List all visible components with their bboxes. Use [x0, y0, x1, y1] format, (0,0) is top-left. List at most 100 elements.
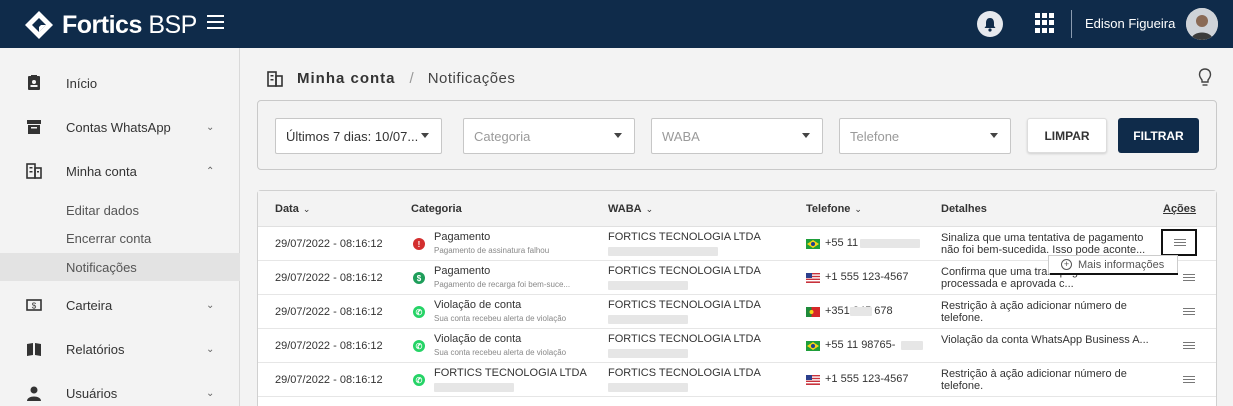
table-header: Data ⌄ Categoria WABA ⌄ Telefone ⌄ Detalhes…: [258, 191, 1216, 227]
column-header-detalhes: Detalhes: [941, 203, 987, 215]
flag-usa-icon: [806, 375, 820, 385]
sidebar-item-relatorios[interactable]: Relatórios ⌄: [0, 327, 240, 371]
period-select-value: Últimos 7 dias: 10/07...: [286, 128, 419, 144]
row-actions-menu-icon[interactable]: [1183, 274, 1195, 282]
caret-down-icon: [990, 133, 998, 138]
notifications-bell-icon[interactable]: [977, 11, 1003, 37]
table-row[interactable]: 29/07/2022 - 08:16:12 ✆ FORTICS TECNOLOG…: [258, 363, 1216, 397]
table-row[interactable]: 29/07/2022 - 08:16:12 ✆ Violação de cont…: [258, 329, 1216, 363]
row-details: Violação da conta WhatsApp Business A...: [941, 334, 1149, 346]
hamburger-icon: [1174, 239, 1186, 247]
sidebar-item-inicio[interactable]: Início: [0, 61, 240, 105]
row-details: Restrição à ação adicionar número de tel…: [941, 368, 1127, 392]
top-bar: Fortics BSP Edison Figueira: [0, 0, 1233, 48]
table-row[interactable]: 29/07/2022 - 08:16:12 ✆ Violação de cont…: [258, 295, 1216, 329]
categoria-select[interactable]: Categoria: [463, 118, 635, 154]
redacted-block: [850, 307, 872, 316]
book-icon: [27, 343, 41, 356]
sidebar-subitem-notificacoes[interactable]: Notificações: [0, 253, 240, 281]
apps-grid-icon[interactable]: [1035, 13, 1055, 33]
clear-button[interactable]: LIMPAR: [1027, 118, 1107, 153]
success-icon: $: [413, 272, 425, 284]
redacted-block: [901, 341, 923, 350]
chevron-down-icon: ⌄: [206, 121, 215, 133]
flag-brazil-icon: [806, 341, 820, 351]
sidebar-subitem-editar-dados[interactable]: Editar dados: [0, 196, 240, 224]
column-header-data[interactable]: Data ⌄: [275, 203, 310, 215]
chevron-down-icon: ⌄: [206, 299, 215, 311]
filter-button[interactable]: FILTRAR: [1118, 118, 1199, 153]
archive-icon: [27, 120, 41, 134]
row-category: FORTICS TECNOLOGIA LTDA: [434, 367, 587, 379]
more-info-tooltip[interactable]: + Mais informações: [1048, 255, 1178, 274]
row-category: Violação de conta: [434, 333, 522, 345]
row-category-detail: Pagamento de recarga foi bem-suce...: [434, 280, 571, 289]
row-category-detail: Sua conta recebeu alerta de violação: [434, 314, 567, 323]
whatsapp-icon: ✆: [413, 340, 425, 352]
badge-icon: [28, 75, 40, 90]
sidebar-item-label: Contas WhatsApp: [66, 119, 171, 135]
telefone-select[interactable]: Telefone: [839, 118, 1011, 154]
row-category-detail: Pagamento de assinatura falhou: [434, 246, 550, 255]
user-name[interactable]: Edison Figueira: [1085, 16, 1175, 31]
sidebar-item-label: Carteira: [66, 297, 113, 313]
sidebar-item-usuarios[interactable]: Usuários ⌄: [0, 371, 240, 406]
row-actions-menu-button-highlighted[interactable]: [1161, 229, 1197, 256]
row-waba: FORTICS TECNOLOGIA LTDA: [608, 333, 761, 345]
flag-brazil-icon: [806, 239, 820, 249]
row-waba: FORTICS TECNOLOGIA LTDA: [608, 265, 761, 277]
redacted-block: [608, 315, 688, 324]
lightbulb-icon[interactable]: [1198, 68, 1212, 88]
flag-usa-icon: [806, 273, 820, 283]
row-waba: FORTICS TECNOLOGIA LTDA: [608, 231, 761, 243]
breadcrumb: Minha conta / Notificações: [267, 70, 515, 87]
row-category: Pagamento: [434, 231, 491, 243]
wallet-icon: $: [26, 299, 42, 311]
redacted-block: [608, 247, 718, 256]
building-icon: [267, 70, 283, 87]
row-date: 29/07/2022 - 08:16:12: [275, 340, 383, 352]
redacted-block: [608, 281, 688, 290]
caret-down-icon: [614, 133, 622, 138]
sidebar-subitem-encerrar-conta[interactable]: Encerrar conta: [0, 224, 240, 252]
chevron-down-icon: ⌄: [206, 387, 215, 399]
row-phone: +1 555 123-4567: [825, 271, 909, 283]
row-phone: +55 11 98765-: [825, 339, 896, 351]
fortics-logo[interactable]: Fortics BSP: [24, 10, 197, 40]
fortics-diamond-icon: [25, 11, 53, 39]
redacted-block: [608, 349, 688, 358]
sidebar-item-contas-whatsapp[interactable]: Contas WhatsApp ⌄: [0, 105, 240, 149]
sidebar-item-carteira[interactable]: $ Carteira ⌄: [0, 283, 240, 327]
sidebar-item-label: Usuários: [66, 385, 118, 401]
period-select[interactable]: Últimos 7 dias: 10/07...: [275, 118, 442, 154]
column-header-waba[interactable]: WABA ⌄: [608, 203, 653, 215]
error-icon: !: [413, 238, 425, 250]
sidebar-item-label: Início: [66, 75, 98, 91]
row-phone: +1 555 123-4567: [825, 373, 909, 385]
filter-panel: Últimos 7 dias: 10/07... Categoria WABA …: [257, 100, 1217, 170]
breadcrumb-root[interactable]: Minha conta: [297, 70, 396, 87]
column-header-telefone[interactable]: Telefone ⌄: [806, 203, 862, 215]
sidebar-item-label: Relatórios: [66, 341, 125, 357]
whatsapp-icon: ✆: [413, 306, 425, 318]
waba-placeholder: WABA: [662, 128, 700, 144]
sidebar-item-label: Minha conta: [66, 163, 137, 179]
caret-down-icon: [802, 133, 810, 138]
brand-name: Fortics BSP: [62, 10, 197, 39]
column-header-acoes: Ações: [1163, 203, 1197, 215]
waba-select[interactable]: WABA: [651, 118, 823, 154]
breadcrumb-separator: /: [409, 70, 414, 87]
menu-toggle-icon[interactable]: [207, 15, 224, 32]
sidebar-item-minha-conta[interactable]: Minha conta ⌃: [0, 149, 240, 193]
row-date: 29/07/2022 - 08:16:12: [275, 272, 383, 284]
row-actions-menu-icon[interactable]: [1183, 342, 1195, 350]
row-actions-menu-icon[interactable]: [1183, 376, 1195, 384]
telefone-placeholder: Telefone: [850, 128, 900, 144]
notifications-table: Data ⌄ Categoria WABA ⌄ Telefone ⌄ Detalhes…: [257, 190, 1217, 406]
building-icon: [26, 163, 42, 179]
row-actions-menu-icon[interactable]: [1183, 308, 1195, 316]
chevron-up-icon: ⌃: [206, 165, 215, 177]
avatar[interactable]: [1186, 8, 1218, 40]
column-header-categoria: Categoria: [411, 203, 462, 215]
header-divider: [1071, 10, 1072, 38]
